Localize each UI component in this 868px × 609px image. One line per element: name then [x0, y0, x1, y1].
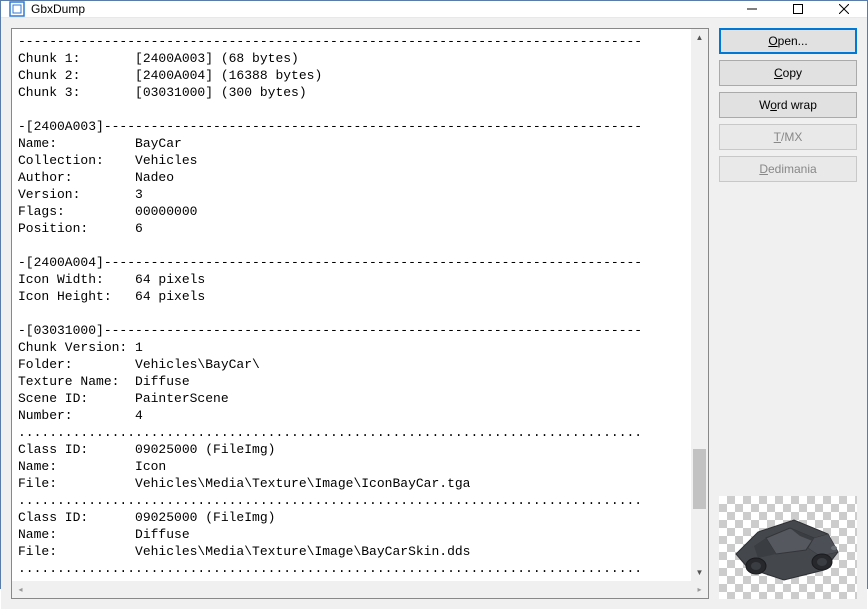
scroll-thumb[interactable]	[693, 449, 706, 509]
open-button[interactable]: Open...	[719, 28, 857, 54]
wordwrap-button[interactable]: Word wrap	[719, 92, 857, 118]
app-icon	[9, 1, 25, 17]
copy-label-rest: opy	[783, 66, 802, 80]
icon-preview	[719, 496, 857, 599]
car-icon	[728, 508, 848, 588]
horizontal-scrollbar[interactable]: ◂ ▸	[12, 581, 708, 598]
tmx-button: T/MX	[719, 124, 857, 150]
scroll-down-button[interactable]: ▼	[691, 564, 708, 581]
copy-button[interactable]: Copy	[719, 60, 857, 86]
client-area: ----------------------------------------…	[1, 18, 867, 609]
open-label-rest: pen...	[778, 34, 808, 48]
minimize-button[interactable]	[729, 1, 775, 17]
button-panel: Open... Copy Word wrap T/MX Dedimania	[719, 28, 857, 599]
vertical-scrollbar[interactable]: ▲ ▼	[691, 29, 708, 581]
scroll-right-button[interactable]: ▸	[691, 581, 708, 598]
titlebar[interactable]: GbxDump	[1, 1, 867, 18]
dedimania-label-rest: edimania	[768, 162, 817, 176]
dump-text[interactable]: ----------------------------------------…	[12, 29, 691, 581]
dedimania-button: Dedimania	[719, 156, 857, 182]
wordwrap-mnemonic: o	[770, 98, 777, 112]
wordwrap-post: rd wrap	[777, 98, 817, 112]
window-controls	[729, 1, 867, 17]
close-button[interactable]	[821, 1, 867, 17]
scroll-left-button[interactable]: ◂	[12, 581, 29, 598]
open-mnemonic: O	[768, 34, 777, 48]
panel-spacer	[719, 188, 857, 490]
window-title: GbxDump	[31, 2, 729, 16]
maximize-button[interactable]	[775, 1, 821, 17]
copy-mnemonic: C	[774, 66, 783, 80]
dump-panel: ----------------------------------------…	[11, 28, 709, 599]
tmx-mnemonic: T	[774, 130, 781, 144]
dump-text-area[interactable]: ----------------------------------------…	[12, 29, 708, 581]
app-window: GbxDump --------------------------------…	[0, 0, 868, 589]
scroll-up-button[interactable]: ▲	[691, 29, 708, 46]
wordwrap-pre: W	[759, 98, 770, 112]
dedimania-mnemonic: D	[759, 162, 768, 176]
tmx-label-rest: /MX	[781, 130, 802, 144]
